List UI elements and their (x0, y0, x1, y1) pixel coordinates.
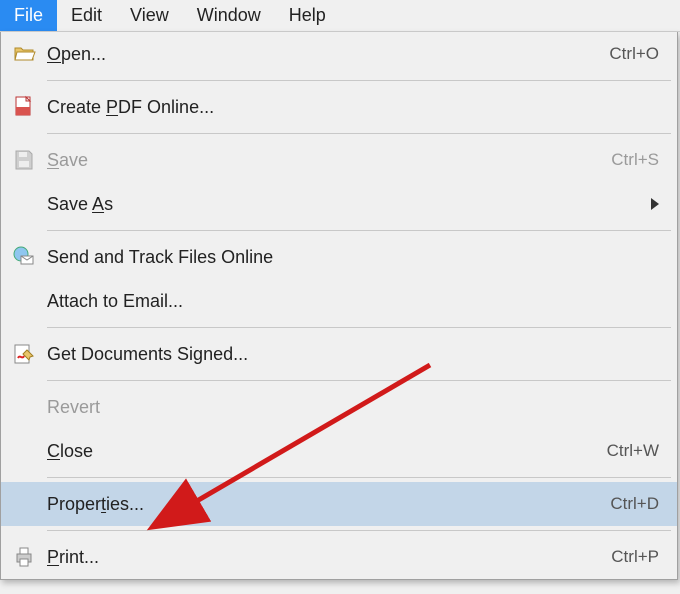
menu-item-save: Save Ctrl+S (1, 138, 677, 182)
file-menu-dropdown: Open... Ctrl+O Create PDF Online... Save… (0, 32, 678, 580)
menu-item-label: Revert (47, 397, 659, 418)
menubar-item-window[interactable]: Window (183, 0, 275, 31)
menu-item-label: Close (47, 441, 607, 462)
menu-item-open[interactable]: Open... Ctrl+O (1, 32, 677, 76)
menu-item-label: Print... (47, 547, 611, 568)
menu-separator (47, 133, 671, 134)
signature-icon (1, 342, 47, 366)
menubar: File Edit View Window Help (0, 0, 680, 32)
menu-item-revert: Revert (1, 385, 677, 429)
menubar-item-help[interactable]: Help (275, 0, 340, 31)
menu-item-get-documents-signed[interactable]: Get Documents Signed... (1, 332, 677, 376)
menu-item-label: Properties... (47, 494, 610, 515)
menu-separator (47, 380, 671, 381)
pdf-icon (1, 95, 47, 119)
menu-item-shortcut: Ctrl+O (609, 44, 659, 64)
floppy-disk-icon (1, 148, 47, 172)
menu-separator (47, 80, 671, 81)
menu-item-label: Send and Track Files Online (47, 247, 659, 268)
menu-item-shortcut: Ctrl+S (611, 150, 659, 170)
menu-separator (47, 530, 671, 531)
menu-item-shortcut: Ctrl+W (607, 441, 659, 461)
menu-item-label: Save (47, 150, 611, 171)
menu-item-label: Create PDF Online... (47, 97, 659, 118)
menu-separator (47, 477, 671, 478)
menu-item-shortcut: Ctrl+P (611, 547, 659, 567)
menubar-item-view[interactable]: View (116, 0, 183, 31)
menu-item-label: Attach to Email... (47, 291, 659, 312)
submenu-arrow-icon (651, 198, 659, 210)
menu-item-label: Open... (47, 44, 609, 65)
menu-item-attach-to-email[interactable]: Attach to Email... (1, 279, 677, 323)
menu-item-properties[interactable]: Properties... Ctrl+D (1, 482, 677, 526)
menu-item-label: Save As (47, 194, 643, 215)
menu-item-send-and-track[interactable]: Send and Track Files Online (1, 235, 677, 279)
folder-open-icon (1, 42, 47, 66)
menu-item-save-as[interactable]: Save As (1, 182, 677, 226)
menu-item-create-pdf-online[interactable]: Create PDF Online... (1, 85, 677, 129)
menu-item-print[interactable]: Print... Ctrl+P (1, 535, 677, 579)
menu-item-close[interactable]: Close Ctrl+W (1, 429, 677, 473)
menubar-item-file[interactable]: File (0, 0, 57, 31)
menu-separator (47, 230, 671, 231)
globe-mail-icon (1, 245, 47, 269)
menu-separator (47, 327, 671, 328)
menu-item-label: Get Documents Signed... (47, 344, 659, 365)
menubar-item-edit[interactable]: Edit (57, 0, 116, 31)
menu-item-shortcut: Ctrl+D (610, 494, 659, 514)
printer-icon (1, 545, 47, 569)
